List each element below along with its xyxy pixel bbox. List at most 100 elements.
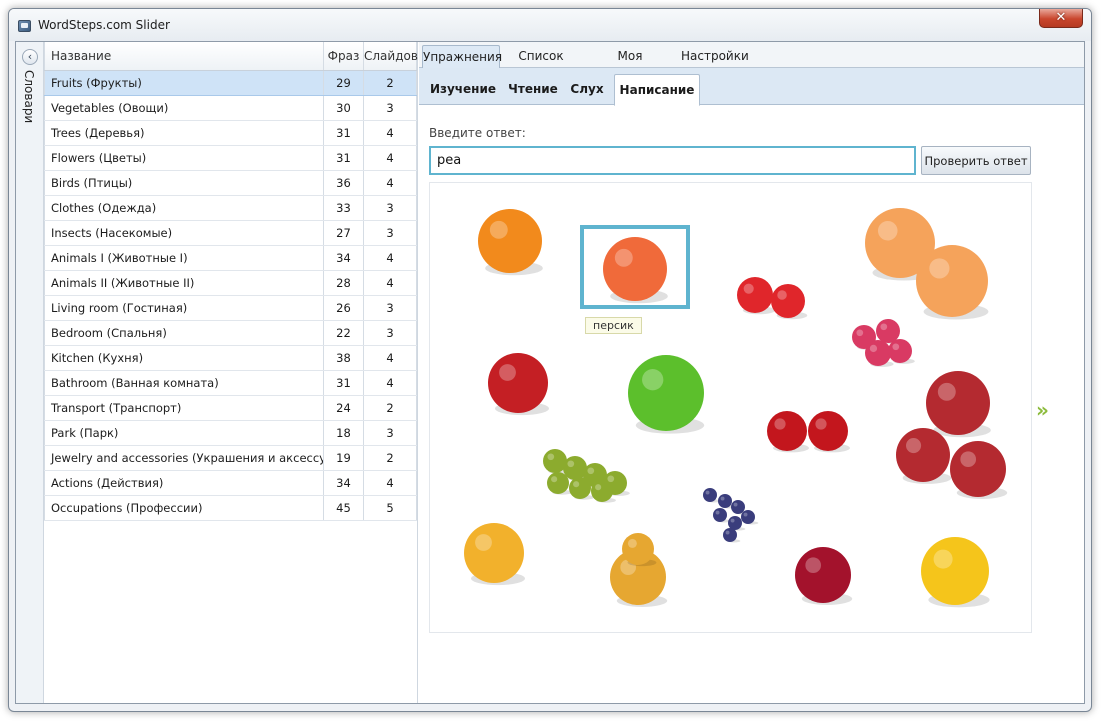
tab-exercises[interactable]: Упражнения xyxy=(422,45,502,68)
tab-settings[interactable]: Настройки xyxy=(681,45,749,68)
tab-study[interactable]: Изучение xyxy=(425,74,501,105)
row-slides: 3 xyxy=(363,420,417,446)
nectarine-picture[interactable] xyxy=(896,371,1008,499)
row-phrases: 18 xyxy=(323,420,364,446)
row-phrases: 29 xyxy=(323,70,364,96)
table-row[interactable]: Transport (Транспорт) 24 2 xyxy=(44,395,417,421)
row-name: Living room (Гостиная) xyxy=(44,295,324,321)
row-slides: 4 xyxy=(363,470,417,496)
dictionaries-tab-label: Словари xyxy=(22,70,36,124)
client-area: ‹ Словари Название Фраз Слайдов Fruits (… xyxy=(15,41,1085,704)
tab-listening[interactable]: Слух xyxy=(567,74,607,105)
table-row[interactable]: Park (Парк) 18 3 xyxy=(44,420,417,446)
row-name: Actions (Действия) xyxy=(44,470,324,496)
row-slides: 2 xyxy=(363,70,417,96)
row-slides: 3 xyxy=(363,320,417,346)
row-name: Bedroom (Спальня) xyxy=(44,320,324,346)
row-slides: 2 xyxy=(363,445,417,471)
dictionary-table-body: Fruits (Фрукты) 29 2 Vegetables (Овощи) 30 3 T… xyxy=(44,70,417,521)
check-answer-button[interactable]: Проверить ответ xyxy=(921,146,1031,175)
orange-picture[interactable] xyxy=(478,209,543,276)
dictionaries-side-tab[interactable]: ‹ Словари xyxy=(16,42,44,703)
strawberry-picture[interactable] xyxy=(737,277,808,320)
tab-word-list[interactable]: Список слов xyxy=(503,45,579,85)
row-name: Flowers (Цветы) xyxy=(44,145,324,171)
pear-picture[interactable] xyxy=(610,533,668,607)
plum-picture[interactable] xyxy=(795,547,853,605)
row-phrases: 26 xyxy=(323,295,364,321)
row-phrases: 22 xyxy=(323,320,364,346)
table-row[interactable]: Kitchen (Кухня) 38 4 xyxy=(44,345,417,371)
table-row[interactable]: Actions (Действия) 34 4 xyxy=(44,470,417,496)
row-name: Park (Парк) xyxy=(44,420,324,446)
close-icon: ✕ xyxy=(1055,10,1067,25)
lime-picture[interactable] xyxy=(628,355,705,434)
row-phrases: 36 xyxy=(323,170,364,196)
row-phrases: 24 xyxy=(323,395,364,421)
blueberry-picture[interactable] xyxy=(703,488,759,543)
row-name: Clothes (Одежда) xyxy=(44,195,324,221)
title-bar[interactable]: WordSteps.com Slider ✕ xyxy=(9,9,1091,41)
dictionary-table: Название Фраз Слайдов Fruits (Фрукты) 29 2… xyxy=(44,42,418,521)
app-icon xyxy=(18,20,31,32)
row-name: Transport (Транспорт) xyxy=(44,395,324,421)
close-button[interactable]: ✕ xyxy=(1039,9,1083,28)
row-phrases: 34 xyxy=(323,470,364,496)
grapes-picture[interactable] xyxy=(543,449,630,503)
column-header-phrases[interactable]: Фраз xyxy=(323,42,364,71)
row-slides: 4 xyxy=(363,120,417,146)
tab-my-statistics[interactable]: Моя статистика xyxy=(583,45,677,85)
column-header-name[interactable]: Название xyxy=(44,42,324,71)
double-chevron-right-icon[interactable]: » xyxy=(1036,398,1049,422)
row-name: Vegetables (Овощи) xyxy=(44,95,324,121)
row-slides: 4 xyxy=(363,170,417,196)
row-slides: 3 xyxy=(363,95,417,121)
row-phrases: 31 xyxy=(323,120,364,146)
table-row[interactable]: Insects (Насекомые) 27 3 xyxy=(44,220,417,246)
tab-writing[interactable]: Написание xyxy=(614,74,700,106)
cherry-picture[interactable] xyxy=(767,411,850,453)
table-row[interactable]: Bedroom (Спальня) 22 3 xyxy=(44,320,417,346)
table-row[interactable]: Jewelry and accessories (Украшения и акс… xyxy=(44,445,417,471)
collapse-chevron-left-icon[interactable]: ‹ xyxy=(22,49,38,65)
table-row[interactable]: Vegetables (Овощи) 30 3 xyxy=(44,95,417,121)
raspberry-picture[interactable] xyxy=(852,319,915,367)
table-row[interactable]: Animals II (Животные II) 28 4 xyxy=(44,270,417,296)
lemon-picture[interactable] xyxy=(921,537,990,608)
column-header-slides[interactable]: Слайдов xyxy=(363,42,418,71)
row-slides: 4 xyxy=(363,270,417,296)
fruit-picture-area: персик xyxy=(429,182,1032,633)
apple-picture[interactable] xyxy=(488,353,549,416)
table-row[interactable]: Bathroom (Ванная комната) 31 4 xyxy=(44,370,417,396)
answer-input[interactable] xyxy=(429,146,916,175)
table-row[interactable]: Flowers (Цветы) 31 4 xyxy=(44,145,417,171)
apricot-picture[interactable] xyxy=(464,523,525,586)
window-title: WordSteps.com Slider xyxy=(38,18,170,32)
row-name: Jewelry and accessories (Украшения и акс… xyxy=(44,445,324,471)
grapefruit-picture[interactable] xyxy=(865,208,989,320)
table-row[interactable]: Birds (Птицы) 36 4 xyxy=(44,170,417,196)
table-row[interactable]: Animals I (Животные I) 34 4 xyxy=(44,245,417,271)
tab-reading[interactable]: Чтение xyxy=(505,74,561,105)
row-slides: 3 xyxy=(363,195,417,221)
table-row[interactable]: Trees (Деревья) 31 4 xyxy=(44,120,417,146)
row-phrases: 27 xyxy=(323,220,364,246)
row-slides: 4 xyxy=(363,245,417,271)
table-row[interactable]: Fruits (Фрукты) 29 2 xyxy=(44,70,417,96)
table-row[interactable]: Clothes (Одежда) 33 3 xyxy=(44,195,417,221)
row-slides: 4 xyxy=(363,345,417,371)
row-name: Fruits (Фрукты) xyxy=(44,70,324,96)
row-phrases: 19 xyxy=(323,445,364,471)
row-slides: 4 xyxy=(363,370,417,396)
row-slides: 4 xyxy=(363,145,417,171)
answer-label: Введите ответ: xyxy=(429,126,526,140)
row-slides: 2 xyxy=(363,395,417,421)
table-row[interactable]: Occupations (Профессии) 45 5 xyxy=(44,495,417,521)
row-phrases: 31 xyxy=(323,145,364,171)
picture-tooltip: персик xyxy=(585,317,642,334)
peach-picture[interactable] xyxy=(603,237,668,304)
row-phrases: 34 xyxy=(323,245,364,271)
row-name: Kitchen (Кухня) xyxy=(44,345,324,371)
row-name: Animals II (Животные II) xyxy=(44,270,324,296)
table-row[interactable]: Living room (Гостиная) 26 3 xyxy=(44,295,417,321)
